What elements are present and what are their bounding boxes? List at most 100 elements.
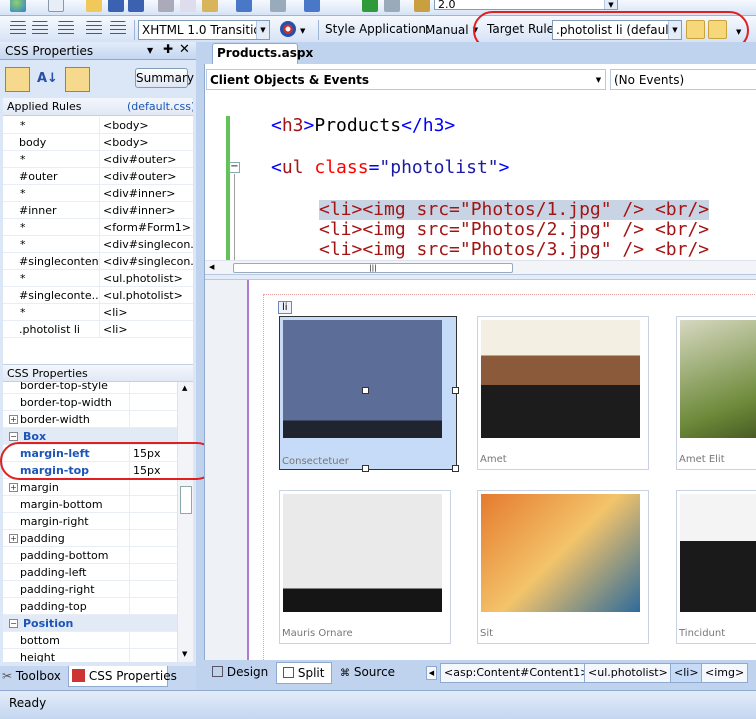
breadcrumb-back-icon[interactable]: ◀ bbox=[426, 666, 437, 680]
photo-item[interactable]: Amet Elit bbox=[676, 316, 756, 470]
property-row[interactable]: padding-bottom bbox=[3, 547, 177, 564]
start-debugging-icon[interactable] bbox=[362, 0, 378, 12]
chevron-down-icon[interactable]: ▼ bbox=[256, 21, 269, 39]
property-row[interactable]: margin-right bbox=[3, 513, 177, 530]
validation-icon[interactable] bbox=[280, 21, 296, 37]
property-row[interactable]: border-top-width bbox=[3, 394, 177, 411]
chevron-down-icon[interactable]: ▼ bbox=[592, 70, 605, 89]
categorized-view-icon[interactable] bbox=[5, 67, 30, 92]
applied-rule-row[interactable]: .photolist li <li> bbox=[3, 321, 193, 338]
photo-image[interactable] bbox=[680, 320, 756, 438]
paste-icon[interactable] bbox=[202, 0, 218, 12]
property-row[interactable]: + margin bbox=[3, 479, 177, 496]
applied-rule-row[interactable]: * <li> bbox=[3, 304, 193, 321]
scroll-left-icon[interactable]: ◀ bbox=[209, 263, 214, 271]
photo-image[interactable] bbox=[481, 320, 640, 438]
property-value[interactable] bbox=[129, 598, 177, 615]
photo-item[interactable]: Sit bbox=[477, 490, 649, 644]
find-icon[interactable] bbox=[384, 0, 400, 12]
property-row[interactable]: + padding bbox=[3, 530, 177, 547]
events-dropdown[interactable]: (No Events) bbox=[610, 69, 756, 90]
show-set-properties-icon[interactable] bbox=[65, 67, 90, 92]
redo-icon[interactable] bbox=[270, 0, 286, 12]
photo-item[interactable]: Mauris Ornare bbox=[279, 490, 451, 644]
resize-handle[interactable] bbox=[452, 387, 459, 394]
breadcrumb-li[interactable]: <li> bbox=[670, 663, 703, 683]
property-value[interactable] bbox=[129, 632, 177, 649]
photo-image[interactable] bbox=[481, 494, 640, 612]
code-horizontal-scrollbar[interactable]: ◀ ||| bbox=[205, 260, 756, 274]
source-view-tab[interactable]: ⌘ Source bbox=[340, 662, 395, 684]
applied-rule-row[interactable]: body <body> bbox=[3, 134, 193, 151]
chevron-down-icon[interactable]: ▼ bbox=[604, 0, 617, 9]
property-value[interactable] bbox=[129, 649, 177, 662]
document-tab-products[interactable]: Products.aspx bbox=[212, 43, 313, 64]
property-value[interactable] bbox=[129, 513, 177, 530]
close-icon[interactable]: ✕ bbox=[179, 42, 190, 57]
applied-rule-row[interactable]: * <div#outer> bbox=[3, 151, 193, 168]
property-row[interactable]: padding-left bbox=[3, 564, 177, 581]
photo-item[interactable]: Consectetuer bbox=[279, 316, 459, 472]
applied-rule-row[interactable]: #singleconte... <ul.photolist> bbox=[3, 287, 193, 304]
sort-az-icon[interactable]: A↓ bbox=[37, 71, 58, 86]
scroll-thumb[interactable] bbox=[180, 486, 192, 514]
applied-rule-row[interactable]: * <ul.photolist> bbox=[3, 270, 193, 287]
resize-handle[interactable] bbox=[452, 465, 459, 472]
open-icon[interactable] bbox=[86, 0, 102, 12]
add-item-icon[interactable] bbox=[48, 0, 64, 12]
property-category[interactable]: − Position bbox=[3, 615, 177, 632]
split-view-tab[interactable]: Split bbox=[276, 662, 332, 684]
property-value[interactable] bbox=[129, 564, 177, 581]
breadcrumb-ul-photolist[interactable]: <ul.photolist> bbox=[584, 663, 672, 683]
breadcrumb-img[interactable]: <img> bbox=[701, 663, 749, 683]
cut-icon[interactable] bbox=[158, 0, 174, 12]
property-row[interactable]: height bbox=[3, 649, 177, 662]
navigate-icon[interactable] bbox=[304, 0, 320, 12]
property-row[interactable]: + border-width bbox=[3, 411, 177, 428]
applied-rule-row[interactable]: #outer <div#outer> bbox=[3, 168, 193, 185]
numbered-list-icon[interactable] bbox=[86, 21, 102, 37]
outdent-icon[interactable] bbox=[10, 21, 26, 37]
applied-rule-row[interactable]: #inner <div#inner> bbox=[3, 202, 193, 219]
pin-icon[interactable]: ✚ bbox=[163, 42, 173, 56]
design-area[interactable]: li Consectetuer Amet Amet Elit Mauris Ornar… bbox=[205, 280, 756, 662]
list-icon[interactable] bbox=[58, 21, 74, 37]
property-value[interactable] bbox=[129, 547, 177, 564]
save-all-icon[interactable] bbox=[128, 0, 144, 12]
property-value[interactable] bbox=[129, 382, 177, 394]
indent-icon[interactable] bbox=[32, 21, 48, 37]
scroll-thumb[interactable]: ||| bbox=[233, 263, 513, 273]
client-objects-dropdown[interactable]: Client Objects & Events ▼ bbox=[206, 69, 606, 90]
property-row[interactable]: bottom bbox=[3, 632, 177, 649]
property-row[interactable]: border-top-style bbox=[3, 382, 177, 394]
save-icon[interactable] bbox=[108, 0, 124, 12]
scroll-down-icon[interactable]: ▼ bbox=[182, 650, 187, 658]
zoom-combo[interactable]: 2.0 ▼ bbox=[434, 0, 618, 10]
property-value[interactable] bbox=[129, 479, 177, 496]
property-value[interactable] bbox=[129, 394, 177, 411]
photo-image[interactable] bbox=[283, 494, 442, 612]
toolbox-tab[interactable]: ✂ Toolbox bbox=[2, 666, 66, 686]
photo-image[interactable] bbox=[680, 494, 756, 612]
photo-item[interactable]: Tincidunt bbox=[676, 490, 756, 644]
undo-icon[interactable] bbox=[236, 0, 252, 12]
doctype-combo[interactable]: XHTML 1.0 Transition ▼ bbox=[138, 20, 270, 40]
property-row[interactable]: margin-bottom bbox=[3, 496, 177, 513]
summary-button[interactable]: Summary bbox=[135, 68, 194, 88]
property-value[interactable] bbox=[129, 411, 177, 428]
applied-rule-row[interactable]: * <div#inner> bbox=[3, 185, 193, 202]
property-row[interactable]: padding-top bbox=[3, 598, 177, 615]
css-properties-tab[interactable]: CSS Properties bbox=[68, 666, 177, 687]
applied-rule-row[interactable]: * <div#singlecon... bbox=[3, 236, 193, 253]
code-area[interactable]: − <h3>Products</h3> <ul class="photolist… bbox=[205, 94, 756, 260]
property-value[interactable] bbox=[129, 581, 177, 598]
design-view-tab[interactable]: Design bbox=[212, 662, 268, 684]
collapse-toggle[interactable]: − bbox=[229, 162, 240, 173]
applied-rule-row[interactable]: #singlecontent <div#singlecon... bbox=[3, 253, 193, 270]
properties-scrollbar[interactable]: ▲ ▼ bbox=[177, 382, 193, 662]
dropdown-icon[interactable]: ▼ bbox=[147, 46, 153, 55]
copy-icon[interactable] bbox=[180, 0, 196, 12]
applied-rules-source-link[interactable]: (default.css) bbox=[127, 100, 193, 113]
property-value[interactable] bbox=[129, 530, 177, 547]
property-value[interactable] bbox=[129, 496, 177, 513]
